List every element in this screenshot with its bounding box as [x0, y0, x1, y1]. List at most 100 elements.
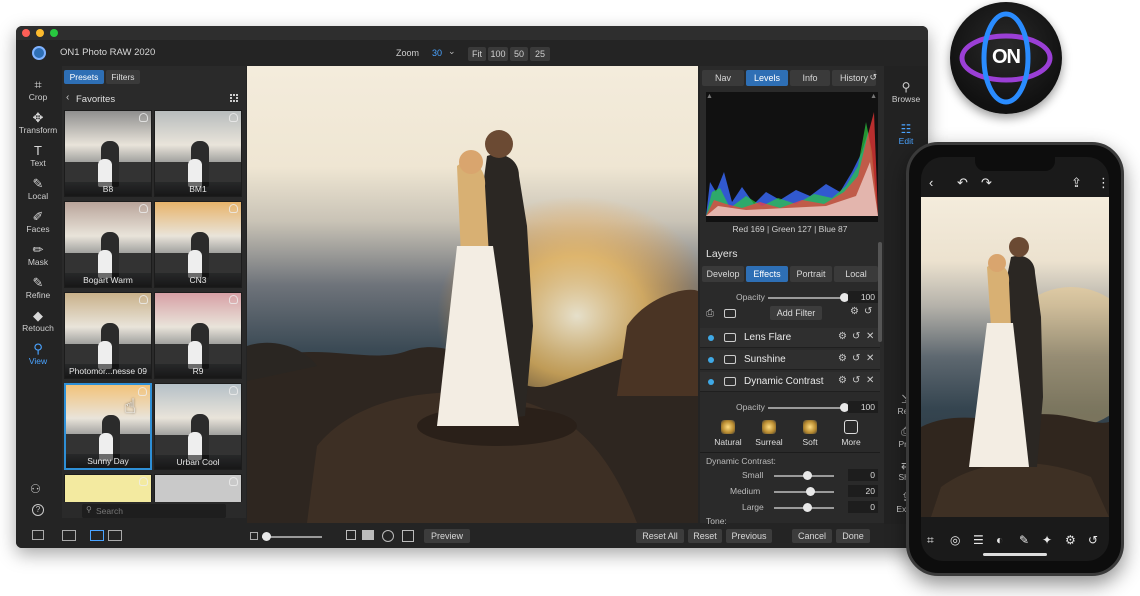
zoom-fit-button[interactable]: Fit [468, 47, 486, 61]
filter-delete-close-icon[interactable]: ✕ [866, 353, 874, 364]
tab-nav[interactable]: Nav [702, 70, 744, 86]
phone-reset-icon[interactable]: ↺ [1088, 533, 1098, 547]
tab-presets[interactable]: Presets [64, 70, 104, 84]
before-after-icon[interactable] [346, 530, 356, 540]
filter-reset-icon[interactable]: ↺ [852, 375, 860, 386]
minimize-window-button[interactable] [36, 29, 44, 37]
tool-crop[interactable]: ⌗ Crop [16, 78, 60, 103]
add-filter-button[interactable]: Add Filter [770, 306, 822, 320]
zoom-50-button[interactable]: 50 [510, 47, 528, 61]
phone-more-icon[interactable]: ⋮ [1097, 175, 1109, 191]
preset-thumbnail[interactable]: CN3 [154, 201, 242, 288]
filter-delete-close-icon[interactable]: ✕ [866, 375, 874, 386]
phone-settings-icon[interactable]: ⚙ [1065, 533, 1076, 547]
tool-faces[interactable]: ✐ Faces [16, 210, 60, 235]
style-preset-surreal[interactable]: Surreal [751, 420, 787, 447]
zoom-value[interactable]: 30 [432, 48, 442, 58]
slider-knob[interactable] [806, 487, 815, 496]
action-previous-button[interactable]: Previous [726, 529, 772, 543]
user-icon[interactable]: ⚇ [30, 482, 41, 496]
preset-thumbnail[interactable]: BM1 [154, 110, 242, 197]
panel-scrollbar[interactable] [878, 242, 882, 342]
slider-knob[interactable] [803, 503, 812, 512]
slider-knob[interactable] [803, 471, 812, 480]
slider-value-small[interactable]: 0 [848, 469, 878, 481]
reset-undo-icon[interactable]: ↺ [864, 306, 872, 317]
tab-info[interactable]: Info [790, 70, 830, 86]
back-chevron-icon[interactable]: ‹ [66, 92, 69, 103]
filter-reset-icon[interactable]: ↺ [852, 331, 860, 342]
phone-redo-icon[interactable]: ↷ [981, 175, 992, 191]
phone-photo[interactable] [921, 197, 1109, 517]
zoom-100-button[interactable]: 100 [488, 47, 508, 61]
tool-refine[interactable]: ✎ Refine [16, 276, 60, 301]
favorite-heart-icon[interactable] [229, 386, 238, 395]
done-button[interactable]: Done [836, 529, 870, 543]
mask-overlay-icon[interactable] [382, 530, 394, 542]
filter-enabled-dot[interactable] [708, 357, 714, 363]
thumbnail-size-slider[interactable] [262, 532, 322, 541]
preset-thumbnail-partial[interactable] [64, 474, 152, 502]
tab-local[interactable]: Local [834, 266, 878, 282]
tool-mask[interactable]: ✏ Mask [16, 243, 60, 268]
action-reset-button[interactable]: Reset [688, 529, 722, 543]
favorite-heart-icon[interactable] [139, 295, 148, 304]
favorite-heart-icon[interactable] [229, 295, 238, 304]
thumbnail-size-knob[interactable] [262, 532, 271, 541]
filter-row-lens-flare[interactable]: Lens Flare ⚙ ↺ ✕ [700, 328, 880, 348]
tab-develop[interactable]: Develop [702, 266, 744, 282]
filter-enabled-dot[interactable] [708, 335, 714, 341]
phone-camera-icon[interactable]: ◎ [950, 533, 960, 547]
favorite-heart-icon[interactable] [229, 113, 238, 122]
phone-back-icon[interactable]: ‹ [929, 175, 933, 190]
import-icon[interactable]: ⎙ [706, 308, 714, 319]
phone-undo-icon[interactable]: ↶ [957, 175, 968, 191]
module-browse[interactable]: ⚲ Browse [884, 80, 928, 104]
phone-crop-icon[interactable]: ⌗ [927, 533, 934, 548]
preset-thumbnail[interactable]: B8 [64, 110, 152, 197]
favorite-heart-icon[interactable] [139, 113, 148, 122]
zoom-25-button[interactable]: 25 [530, 47, 550, 61]
preset-thumbnail[interactable]: R9 [154, 292, 242, 379]
phone-share-icon[interactable]: ⇪ [1071, 175, 1082, 191]
compare-split-icon[interactable] [362, 530, 374, 540]
tab-effects[interactable]: Effects [746, 266, 788, 282]
favorite-heart-icon[interactable] [139, 477, 148, 486]
preset-thumbnail[interactable]: Photomor...nesse 09 [64, 292, 152, 379]
history-reset-icon[interactable]: ↺ [869, 72, 877, 83]
filter-row-sunshine[interactable]: Sunshine ⚙ ↺ ✕ [700, 350, 880, 370]
filter-delete-close-icon[interactable]: ✕ [866, 331, 874, 342]
tool-transform[interactable]: ✥ Transform [16, 111, 60, 136]
layer-opacity-value[interactable]: 100 [848, 291, 878, 303]
preset-thumbnail-partial[interactable] [154, 474, 242, 502]
single-view-icon[interactable] [90, 530, 104, 541]
grid-view-icon[interactable] [230, 94, 238, 102]
filter-settings-gear-icon[interactable]: ⚙ [838, 331, 847, 342]
preview-button[interactable]: Preview [424, 529, 470, 543]
preset-thumbnail[interactable]: Bogart Warm [64, 201, 152, 288]
filter-mask-icon[interactable] [724, 333, 736, 342]
settings-gear-icon[interactable]: ⚙ [850, 306, 859, 317]
filter-enabled-dot[interactable] [708, 379, 714, 385]
cancel-button[interactable]: Cancel [792, 529, 832, 543]
filter-settings-gear-icon[interactable]: ⚙ [838, 375, 847, 386]
favorite-heart-icon[interactable] [229, 204, 238, 213]
slider-value-medium[interactable]: 20 [848, 485, 878, 497]
tool-retouch[interactable]: ◆ Retouch [16, 309, 60, 334]
favorite-heart-icon[interactable] [139, 204, 148, 213]
preset-thumbnail[interactable]: Sunny Day [64, 383, 152, 470]
shadow-clip-icon[interactable]: ▲ [706, 93, 713, 100]
favorite-heart-icon[interactable] [229, 477, 238, 486]
compare-view-icon[interactable] [108, 530, 122, 541]
filter-settings-gear-icon[interactable]: ⚙ [838, 353, 847, 364]
filmstrip-icon[interactable] [62, 530, 76, 541]
filter-row-dynamic-contrast[interactable]: Dynamic Contrast ⚙ ↺ ✕ [700, 372, 880, 392]
phone-effects-icon[interactable]: ◐ [996, 533, 1003, 547]
tab-levels[interactable]: Levels [746, 70, 788, 86]
tab-portrait[interactable]: Portrait [790, 266, 832, 282]
tool-view[interactable]: ⚲ View [16, 342, 60, 367]
search-input[interactable]: ⚲ Search [82, 504, 226, 518]
filter-opacity-slider[interactable] [768, 403, 849, 412]
clipping-icon[interactable] [402, 530, 414, 542]
phone-local-icon[interactable]: ✎ [1019, 533, 1029, 547]
